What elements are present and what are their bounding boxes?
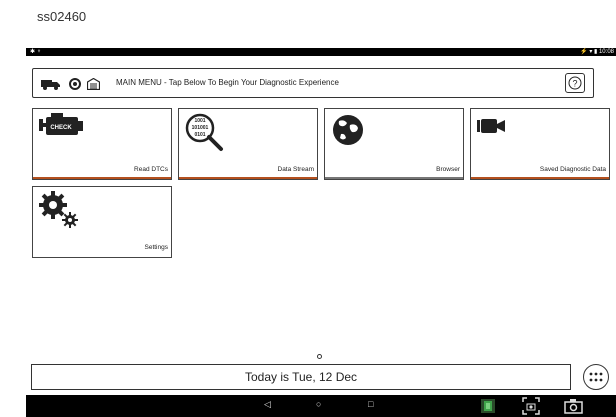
tile-accent-bar	[179, 177, 317, 179]
settings-label: Settings	[144, 244, 169, 251]
back-button[interactable]: ◁	[264, 399, 271, 410]
saved-diagnostic-data-tile[interactable]: Saved Diagnostic Data	[470, 108, 610, 180]
android-nav-bar: ◁ ○ □	[26, 395, 616, 417]
header-icons	[41, 77, 100, 91]
status-left-icons: ✱ ♆	[30, 49, 42, 55]
video-camera-icon	[477, 119, 505, 133]
svg-text:0101: 0101	[194, 132, 205, 138]
browser-label: Browser	[436, 166, 460, 173]
data-stream-tile[interactable]: 1001 101001 0101 Data Stream	[178, 108, 318, 180]
tile-neutral-bar	[325, 177, 463, 179]
svg-text:1001: 1001	[194, 118, 205, 124]
help-button[interactable]: ?	[565, 73, 585, 93]
page-indicator-dot	[317, 354, 322, 359]
date-bar: Today is Tue, 12 Dec	[31, 364, 571, 390]
magnifier-binary-icon: 1001 101001 0101	[185, 113, 223, 151]
app-screen: MAIN MENU - Tap Below To Begin Your Diag…	[26, 56, 616, 376]
apps-button[interactable]	[583, 364, 609, 390]
tile-accent-bar	[471, 177, 609, 179]
truck-icon	[41, 80, 60, 90]
gears-icon	[39, 191, 78, 228]
settings-tile[interactable]: Settings	[32, 186, 172, 258]
saved-diagnostic-data-label: Saved Diagnostic Data	[539, 166, 606, 173]
browser-tile[interactable]: Browser	[324, 108, 464, 180]
question-icon: ?	[568, 76, 582, 90]
screenshot-icon[interactable]	[522, 397, 540, 415]
app-shortcut-icon[interactable]	[480, 398, 496, 414]
svg-text:101001: 101001	[192, 125, 209, 131]
home-button[interactable]: ○	[316, 399, 321, 409]
check-engine-icon: CHECK	[39, 113, 83, 135]
read-dtcs-label: Read DTCs	[134, 166, 168, 173]
page-title: MAIN MENU - Tap Below To Begin Your Diag…	[116, 78, 339, 87]
recents-button[interactable]: □	[368, 399, 373, 409]
status-bar: ✱ ♆ ⚡ ▾ ▮ 10:08	[26, 48, 616, 56]
camera-icon[interactable]	[564, 398, 584, 414]
garage-icon	[87, 78, 100, 90]
screenshot-caption: ss02460	[37, 9, 87, 24]
globe-icon	[333, 115, 363, 145]
status-right-indicators: ⚡ ▾ ▮ 10:08	[580, 49, 614, 55]
data-stream-label: Data Stream	[277, 166, 315, 173]
svg-text:CHECK: CHECK	[50, 125, 72, 131]
tire-icon	[69, 78, 81, 90]
read-dtcs-tile[interactable]: CHECK Read DTCs	[32, 108, 172, 180]
main-menu-header: MAIN MENU - Tap Below To Begin Your Diag…	[32, 68, 594, 98]
svg-text:?: ?	[572, 79, 577, 89]
tile-accent-bar	[33, 177, 171, 179]
app-drawer-icon	[589, 372, 603, 382]
